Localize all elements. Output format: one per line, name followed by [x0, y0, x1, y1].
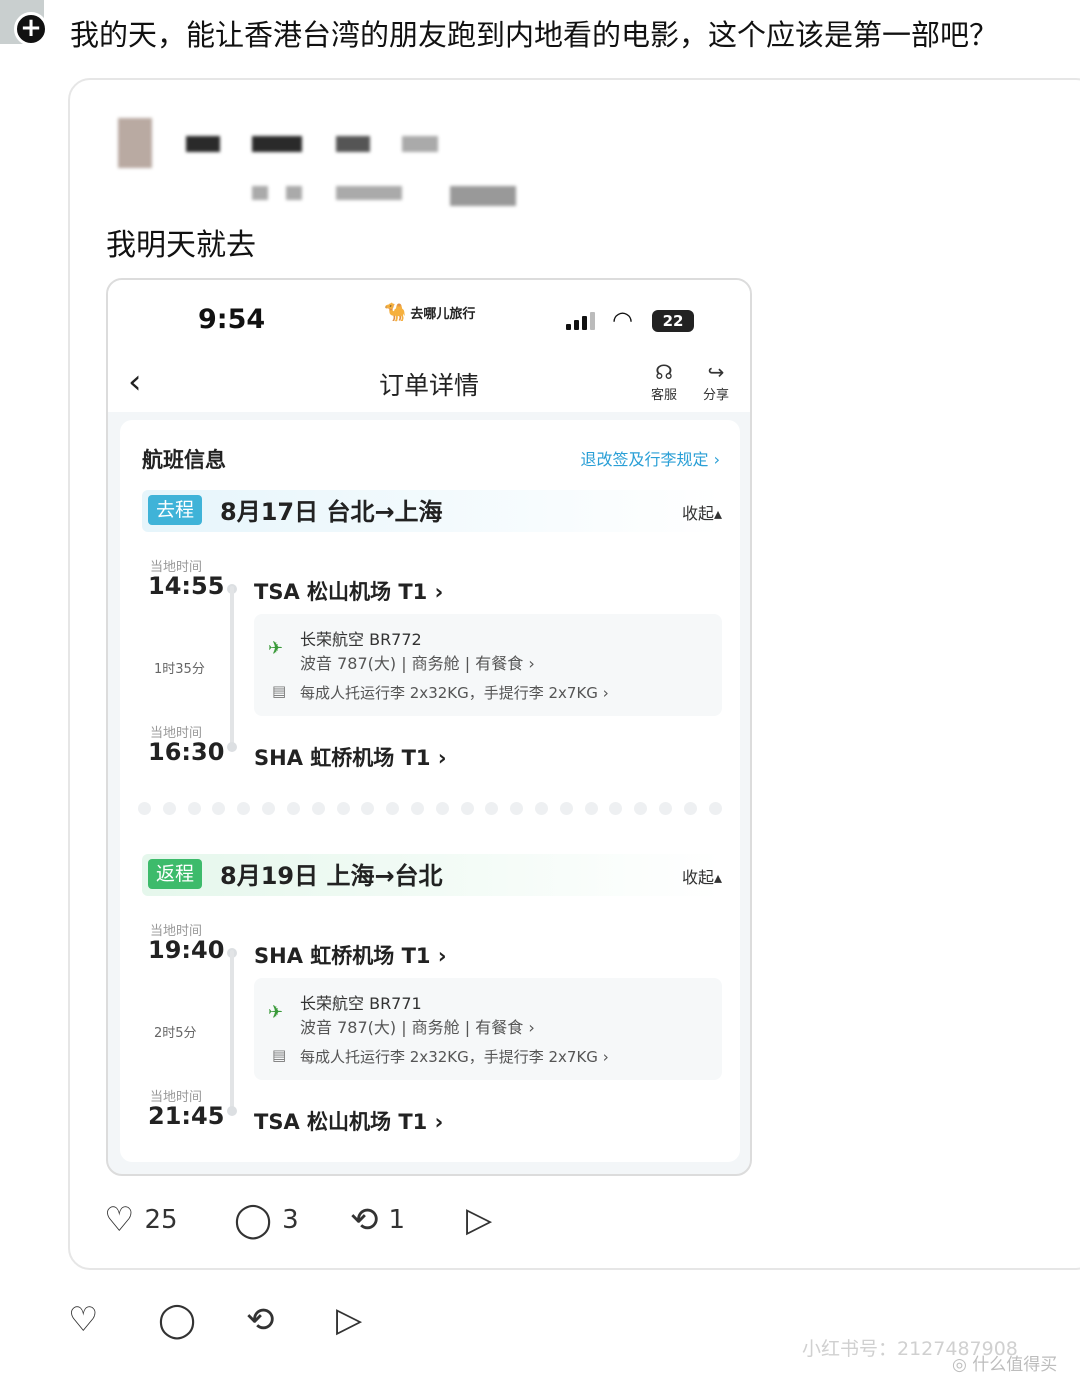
brand-logo: 🐪 去哪儿旅行 [384, 302, 475, 323]
like-count: 25 [144, 1205, 178, 1235]
flight-info-title: 航班信息 [142, 448, 226, 472]
luggage-icon: ▤ [272, 682, 287, 700]
comment-count: 3 [282, 1205, 299, 1235]
aircraft-cabin-meal: 波音 787(大) | 商务舱 | 有餐食 › [300, 1018, 535, 1037]
quoted-name-redacted [402, 136, 438, 152]
repost-icon: ⟲ [350, 1200, 379, 1240]
heart-icon: ♡ [104, 1200, 135, 1240]
quoted-comment-button[interactable]: ◯ 3 [234, 1200, 299, 1240]
comment-bubble-icon: ◯ [158, 1300, 197, 1340]
arrival-airport[interactable]: TSA 松山机场 T1 › [254, 1106, 443, 1136]
flight-duration: 1时35分 [154, 662, 205, 677]
arrival-time: 16:30 [148, 738, 225, 766]
quoted-meta-redacted [336, 186, 402, 200]
departure-airport[interactable]: TSA 松山机场 T1 › [254, 576, 443, 606]
quoted-like-button[interactable]: ♡ 25 [104, 1200, 178, 1240]
quoted-meta-redacted [450, 186, 516, 206]
cell-signal-icon [566, 312, 595, 330]
flight-duration: 2时5分 [154, 1026, 197, 1041]
leg-tag: 去程 [148, 495, 203, 525]
flight-info-panel: 航班信息 退改签及行李规定 › 去程 8月17日 台北→上海 收起▴ 当地时间 … [120, 420, 740, 1162]
share-arrow-icon: ↪ [707, 360, 725, 384]
status-time: 9:54 [198, 304, 266, 335]
departure-airport[interactable]: SHA 虹桥机场 T1 › [254, 940, 446, 970]
leg-title: 8月17日 台北→上海 [220, 498, 443, 526]
baggage-allowance: 每成人托运行李 2x32KG，手提行李 2x7KG › [300, 1048, 609, 1066]
leg-title: 8月19日 上海→台北 [220, 862, 443, 890]
timeline-rail [230, 950, 234, 1114]
outbound-leg-header: 去程 8月17日 台北→上海 收起▴ [142, 490, 722, 532]
like-button[interactable]: ♡ [68, 1300, 98, 1340]
flight-detail-box[interactable]: ✈ 长荣航空 BR772 波音 787(大) | 商务舱 | 有餐食 › ▤ 每… [254, 614, 722, 716]
leg-tag: 返程 [148, 859, 203, 889]
quoted-name-redacted [186, 136, 220, 152]
smzdm-watermark: ◎ 什么值得买 [952, 1355, 1058, 1375]
timeline-dot [227, 742, 237, 752]
departure-time: 14:55 [148, 572, 225, 600]
quoted-post[interactable]: 我明天就去 9:54 🐪 去哪儿旅行 ◠ 22 ‹ 订单详情 ☊ 客服 ↪ 分享 [68, 78, 1080, 1270]
airline-logo-icon: ✈ [268, 638, 284, 659]
quoted-share-button[interactable]: ▷ [466, 1200, 492, 1240]
departure-time: 19:40 [148, 936, 225, 964]
share-button[interactable]: ↪ 分享 [696, 360, 736, 403]
arrival-airport[interactable]: SHA 虹桥机场 T1 › [254, 742, 446, 772]
aircraft-cabin-meal: 波音 787(大) | 商务舱 | 有餐食 › [300, 654, 535, 673]
headset-icon: ☊ [655, 360, 673, 384]
return-leg-header: 返程 8月19日 上海→台北 收起▴ [142, 854, 722, 896]
follow-plus-icon[interactable]: + [14, 12, 48, 46]
post-text: 我的天，能让香港台湾的朋友跑到内地看的电影，这个应该是第一部吧？ [70, 18, 999, 52]
brand-name: 去哪儿旅行 [410, 307, 476, 322]
wifi-icon: ◠ [612, 306, 633, 334]
quoted-meta-redacted [286, 186, 302, 200]
comment-button[interactable]: ◯ [158, 1300, 196, 1340]
collapse-toggle[interactable]: 收起▴ [682, 500, 722, 524]
heart-icon: ♡ [68, 1300, 99, 1340]
timeline-dot [227, 1106, 237, 1116]
send-icon: ▷ [336, 1300, 363, 1340]
airline-flight-number: 长荣航空 BR772 [300, 630, 422, 649]
quoted-meta-redacted [252, 186, 268, 200]
order-nav-bar: ‹ 订单详情 ☊ 客服 ↪ 分享 [108, 360, 750, 412]
quoted-name-redacted [336, 136, 370, 152]
comment-bubble-icon: ◯ [234, 1200, 273, 1240]
camel-logo-icon: 🐪 [384, 302, 407, 323]
share-button[interactable]: ▷ [336, 1300, 362, 1340]
smzdm-logo-icon: ◎ [952, 1355, 967, 1375]
phone-status-bar: 9:54 🐪 去哪儿旅行 ◠ 22 [108, 280, 750, 360]
airline-logo-icon: ✈ [268, 1002, 284, 1023]
battery-icon: 22 [652, 310, 694, 332]
repost-button[interactable]: ⟲ [246, 1300, 275, 1340]
quoted-repost-button[interactable]: ⟲ 1 [350, 1200, 405, 1240]
timeline-rail [230, 586, 234, 750]
quoted-name-redacted [252, 136, 302, 152]
return-segment: 当地时间 19:40 SHA 虹桥机场 T1 › 2时5分 ✈ 长荣航空 BR7… [142, 910, 722, 1134]
quoted-post-text: 我明天就去 [106, 228, 256, 263]
luggage-icon: ▤ [272, 1046, 287, 1064]
arrival-time: 21:45 [148, 1102, 225, 1130]
airline-flight-number: 长荣航空 BR771 [300, 994, 422, 1013]
rules-link[interactable]: 退改签及行李规定 › [581, 446, 721, 470]
service-button[interactable]: ☊ 客服 [644, 360, 684, 403]
flight-order-screenshot[interactable]: 9:54 🐪 去哪儿旅行 ◠ 22 ‹ 订单详情 ☊ 客服 ↪ 分享 航班信息 … [106, 278, 752, 1176]
collapse-toggle[interactable]: 收起▴ [682, 864, 722, 888]
repost-count: 1 [388, 1205, 406, 1235]
ticket-perforation [120, 802, 740, 815]
outbound-segment: 当地时间 14:55 TSA 松山机场 T1 › 1时35分 ✈ 长荣航空 BR… [142, 546, 722, 770]
quoted-avatar-redacted [118, 118, 152, 168]
send-icon: ▷ [466, 1200, 493, 1240]
baggage-allowance: 每成人托运行李 2x32KG，手提行李 2x7KG › [300, 684, 609, 702]
flight-detail-box[interactable]: ✈ 长荣航空 BR771 波音 787(大) | 商务舱 | 有餐食 › ▤ 每… [254, 978, 722, 1080]
repost-icon: ⟲ [246, 1300, 275, 1340]
